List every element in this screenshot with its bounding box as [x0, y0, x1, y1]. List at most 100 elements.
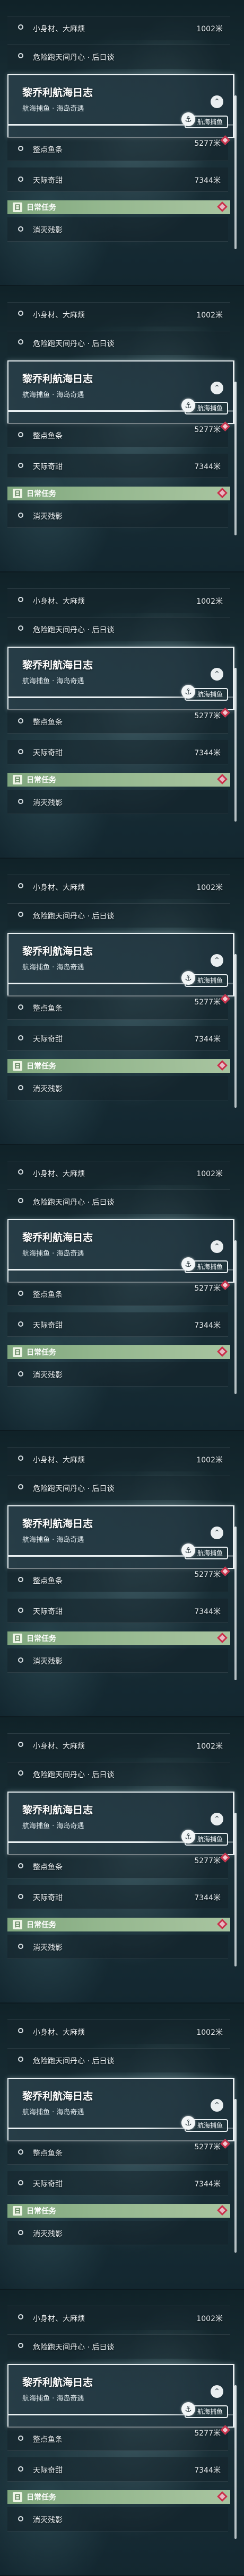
fishing-badge[interactable]: ⚓ 航海捕鱼 [181, 2402, 229, 2418]
quest-name: 危险跑天间丹心 · 后日谈 [33, 340, 115, 348]
scrollbar[interactable] [234, 1240, 237, 1394]
subquest-distance: 5277米 [194, 2143, 221, 2151]
chevron-up-icon[interactable]: ⌃ [211, 1240, 223, 1253]
scrollbar[interactable] [234, 95, 237, 249]
quest-row[interactable]: 小身材、大麻烦 1002米 [7, 875, 230, 899]
quest-row[interactable]: 危险跑天间丹心 · 后日谈 [7, 617, 230, 641]
sailing-log-card[interactable]: 黎乔利航海日志 航海捕鱼 · 海岛奇遇 ⌃ [7, 933, 234, 996]
quest-row[interactable]: 小身材、大麻烦 1002米 [7, 1447, 230, 1471]
chevron-up-icon[interactable]: ⌃ [211, 2385, 223, 2398]
subquest-name: 整点鱼条 [33, 432, 63, 440]
quest-row[interactable]: 小身材、大麻烦 1002米 [7, 2306, 230, 2330]
scrollbar[interactable] [234, 1813, 237, 1966]
daily-quest-row[interactable]: 消灭残影 [7, 2221, 228, 2245]
subquest-row[interactable]: 天际奇甜 7344米 [7, 2171, 228, 2195]
sailing-log-card[interactable]: 黎乔利航海日志 航海捕鱼 · 海岛奇遇 ⌃ [7, 2364, 234, 2428]
daily-task-header[interactable]: 日 日常任务 [7, 773, 230, 787]
quest-row[interactable]: 危险跑天间丹心 · 后日谈 [7, 2334, 230, 2359]
subquest-row[interactable]: 整点鱼条 5277米 [7, 709, 228, 734]
daily-quest-row[interactable]: 消灭残影 [7, 1076, 228, 1100]
daily-quest-row[interactable]: 消灭残影 [7, 1935, 228, 1959]
quest-row[interactable]: 小身材、大麻烦 1002米 [7, 16, 230, 40]
subquest-distance: 7344米 [194, 1321, 221, 1330]
sailing-log-card[interactable]: 黎乔利航海日志 航海捕鱼 · 海岛奇遇 ⌃ [7, 2078, 234, 2141]
scrollbar[interactable] [234, 954, 237, 1108]
subquest-row[interactable]: 整点鱼条 5277米 [7, 1568, 228, 1592]
daily-quest-row[interactable]: 消灭残影 [7, 217, 228, 242]
sailing-log-card[interactable]: 黎乔利航海日志 航海捕鱼 · 海岛奇遇 ⌃ [7, 1792, 234, 1855]
subquest-row[interactable]: 整点鱼条 5277米 [7, 2140, 228, 2165]
sailing-log-card[interactable]: 黎乔利航海日志 航海捕鱼 · 海岛奇遇 ⌃ [7, 1505, 234, 1569]
daily-quest-row[interactable]: 消灭残影 [7, 2507, 228, 2531]
scrollbar[interactable] [234, 1527, 237, 1680]
subquest-row[interactable]: 整点鱼条 5277米 [7, 1854, 228, 1878]
daily-quest-row[interactable]: 消灭残影 [7, 790, 228, 814]
fishing-badge[interactable]: ⚓ 航海捕鱼 [181, 1830, 229, 1846]
log-subtitle: 航海捕鱼 · 海岛奇遇 [22, 105, 84, 113]
sailing-log-card[interactable]: 黎乔利航海日志 航海捕鱼 · 海岛奇遇 ⌃ [7, 74, 234, 138]
daily-icon: 日 [13, 775, 22, 784]
fishing-badge[interactable]: ⚓ 航海捕鱼 [181, 2116, 229, 2132]
log-subtitle: 航海捕鱼 · 海岛奇遇 [22, 1536, 84, 1544]
chevron-up-icon[interactable]: ⌃ [211, 2099, 223, 2112]
quest-row[interactable]: 危险跑天间丹心 · 后日谈 [7, 45, 230, 69]
quest-row[interactable]: 小身材、大麻烦 1002米 [7, 1733, 230, 1758]
quest-row[interactable]: 危险跑天间丹心 · 后日谈 [7, 331, 230, 355]
chevron-up-icon[interactable]: ⌃ [211, 1527, 223, 1539]
subquest-row[interactable]: 天际奇甜 7344米 [7, 2457, 228, 2482]
fishing-badge[interactable]: ⚓ 航海捕鱼 [181, 685, 229, 701]
chevron-up-icon[interactable]: ⌃ [211, 95, 223, 108]
subquest-row[interactable]: 天际奇甜 7344米 [7, 1599, 228, 1623]
scrollbar[interactable] [234, 2385, 237, 2539]
subquest-row[interactable]: 天际奇甜 7344米 [7, 454, 228, 478]
quest-row[interactable]: 危险跑天间丹心 · 后日谈 [7, 1762, 230, 1786]
quest-row[interactable]: 小身材、大麻烦 1002米 [7, 588, 230, 613]
subquest-row[interactable]: 整点鱼条 5277米 [7, 995, 228, 1020]
chevron-up-icon[interactable]: ⌃ [211, 668, 223, 681]
daily-task-header[interactable]: 日 日常任务 [7, 1631, 230, 1645]
subquest-row[interactable]: 天际奇甜 7344米 [7, 167, 228, 192]
subquest-row[interactable]: 天际奇甜 7344米 [7, 1026, 228, 1051]
fishing-badge[interactable]: ⚓ 航海捕鱼 [181, 1257, 229, 1273]
daily-quest-row[interactable]: 消灭残影 [7, 1362, 228, 1387]
fishing-badge[interactable]: ⚓ 航海捕鱼 [181, 399, 229, 414]
subquest-name: 整点鱼条 [33, 1004, 63, 1013]
subquest-row[interactable]: 天际奇甜 7344米 [7, 1312, 228, 1337]
daily-quest-row[interactable]: 消灭残影 [7, 504, 228, 528]
subquest-row[interactable]: 整点鱼条 5277米 [7, 423, 228, 447]
quest-row[interactable]: 危险跑天间丹心 · 后日谈 [7, 2048, 230, 2072]
subquest-row[interactable]: 整点鱼条 5277米 [7, 137, 228, 161]
quest-row[interactable]: 危险跑天间丹心 · 后日谈 [7, 1476, 230, 1500]
daily-task-header[interactable]: 日 日常任务 [7, 200, 230, 214]
daily-task-header[interactable]: 日 日常任务 [7, 487, 230, 500]
daily-task-label: 日常任务 [27, 2493, 56, 2502]
quest-row[interactable]: 小身材、大麻烦 1002米 [7, 1161, 230, 1185]
subquest-row[interactable]: 整点鱼条 5277米 [7, 1282, 228, 1306]
daily-task-header[interactable]: 日 日常任务 [7, 1918, 230, 1931]
sailing-log-card[interactable]: 黎乔利航海日志 航海捕鱼 · 海岛奇遇 ⌃ [7, 647, 234, 710]
quest-row[interactable]: 小身材、大麻烦 1002米 [7, 2019, 230, 2044]
fishing-badge[interactable]: ⚓ 航海捕鱼 [181, 971, 229, 987]
daily-task-header[interactable]: 日 日常任务 [7, 1345, 230, 1359]
daily-task-header[interactable]: 日 日常任务 [7, 1059, 230, 1073]
fishing-badge[interactable]: ⚓ 航海捕鱼 [181, 1543, 229, 1559]
scrollbar[interactable] [234, 2099, 237, 2253]
chevron-up-icon[interactable]: ⌃ [211, 954, 223, 967]
sailing-log-card[interactable]: 黎乔利航海日志 航海捕鱼 · 海岛奇遇 ⌃ [7, 360, 234, 424]
subquest-row[interactable]: 天际奇甜 7344米 [7, 1885, 228, 1909]
daily-task-header[interactable]: 日 日常任务 [7, 2204, 230, 2218]
quest-row[interactable]: 危险跑天间丹心 · 后日谈 [7, 903, 230, 928]
subquest-row[interactable]: 天际奇甜 7344米 [7, 740, 228, 764]
chevron-up-icon[interactable]: ⌃ [211, 1813, 223, 1825]
scrollbar[interactable] [234, 382, 237, 535]
subquest-row[interactable]: 整点鱼条 5277米 [7, 2427, 228, 2451]
log-subtitle: 航海捕鱼 · 海岛奇遇 [22, 2395, 84, 2403]
daily-task-header[interactable]: 日 日常任务 [7, 2490, 230, 2504]
sailing-log-card[interactable]: 黎乔利航海日志 航海捕鱼 · 海岛奇遇 ⌃ [7, 1219, 234, 1283]
fishing-badge[interactable]: ⚓ 航海捕鱼 [181, 112, 229, 128]
quest-row[interactable]: 危险跑天间丹心 · 后日谈 [7, 1189, 230, 1214]
chevron-up-icon[interactable]: ⌃ [211, 382, 223, 394]
daily-quest-row[interactable]: 消灭残影 [7, 1648, 228, 1673]
quest-row[interactable]: 小身材、大麻烦 1002米 [7, 302, 230, 327]
scrollbar[interactable] [234, 668, 237, 822]
